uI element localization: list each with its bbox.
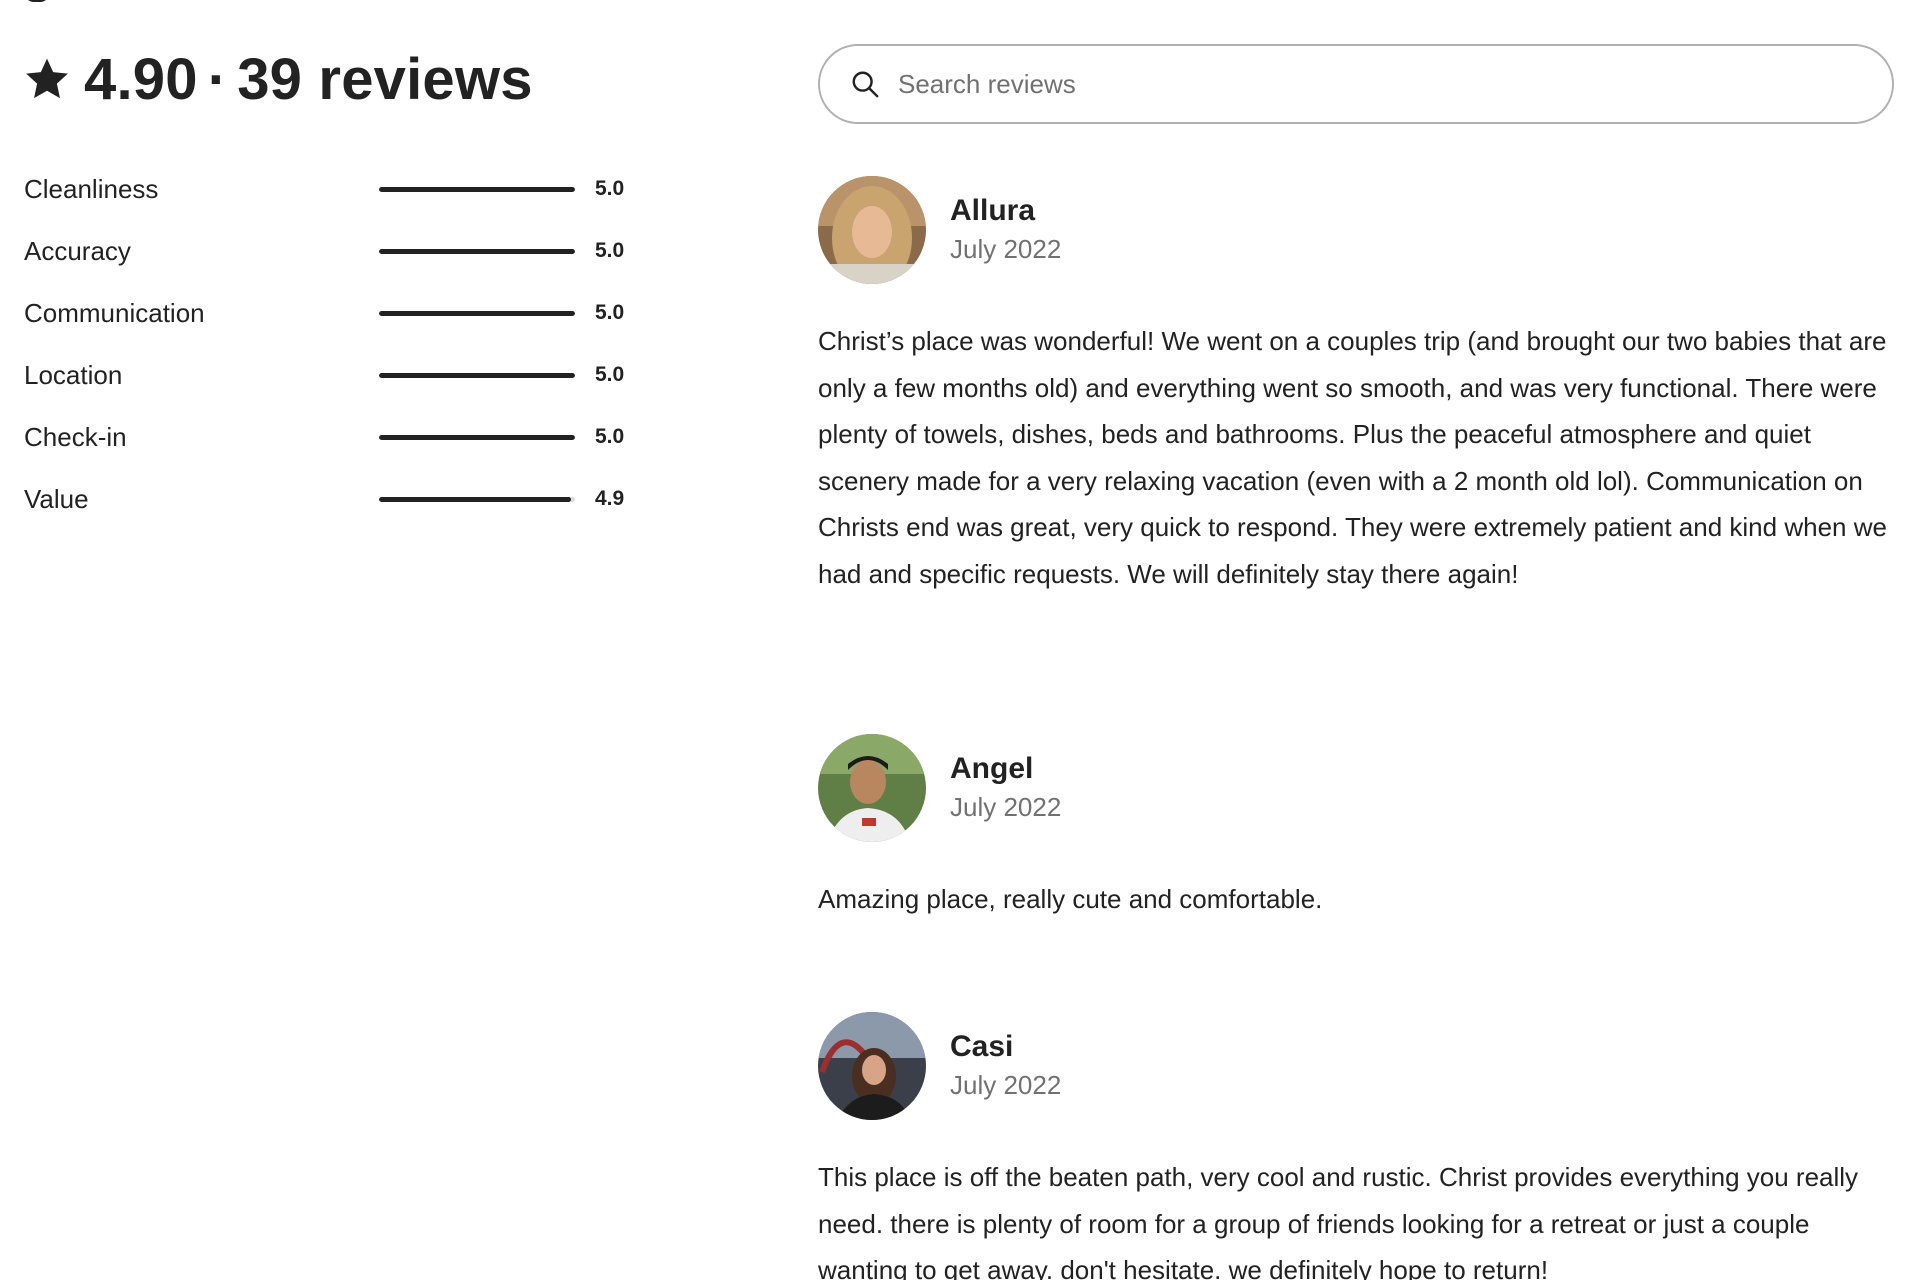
review-text: This place is off the beaten path, very …	[818, 1162, 1859, 1280]
category-value: 5.0	[595, 363, 625, 386]
rating-bar	[379, 434, 575, 440]
search-icon	[852, 71, 879, 98]
avatar[interactable]	[818, 1012, 926, 1120]
reviewer-name: Allura	[950, 194, 1036, 227]
rating-bar	[379, 496, 575, 502]
review-date: July 2022	[950, 1070, 1062, 1100]
review-date: July 2022	[950, 234, 1062, 264]
avatar-photo	[818, 176, 926, 284]
category-label: Communication	[24, 297, 205, 328]
category-label: Cleanliness	[24, 173, 159, 204]
review-count: 39 reviews	[237, 46, 533, 112]
category-ratings: Cleanliness 5.0 Accuracy 5.0 Communicati…	[24, 158, 634, 530]
rating-bar-fill	[379, 496, 572, 502]
category-label: Accuracy	[24, 235, 131, 266]
search-bar[interactable]	[818, 44, 1894, 124]
reviewer-name: Casi	[950, 1030, 1014, 1063]
reviews-page: 4.90 · 39 reviews Cleanliness 5.0 Accura…	[0, 0, 1920, 1280]
avatar[interactable]	[818, 176, 926, 284]
rating-bar-fill	[379, 434, 575, 440]
review-header: Casi July 2022	[818, 1012, 1898, 1120]
reviewer-info: Angel July 2022	[950, 750, 1061, 826]
category-row-location: Location 5.0	[24, 344, 634, 406]
heading-separator: ·	[207, 46, 228, 112]
rating-bar-fill	[379, 186, 575, 192]
review-date: July 2022	[950, 792, 1062, 822]
category-row-communication: Communication 5.0	[24, 282, 634, 344]
rating-bar-fill	[379, 372, 575, 378]
review-header: Angel July 2022	[818, 734, 1898, 842]
avatar-photo	[818, 734, 926, 842]
rating-summary: 4.90 · 39 reviews Cleanliness 5.0 Accura…	[24, 40, 634, 530]
review-item: Casi July 2022 This place is off the bea…	[818, 1012, 1898, 1280]
rating-heading: 4.90 · 39 reviews	[24, 40, 634, 118]
overall-rating: 4.90	[84, 46, 198, 112]
category-label: Location	[24, 359, 123, 390]
avatar-photo	[818, 1012, 926, 1120]
category-value: 5.0	[595, 239, 625, 262]
rating-bar	[379, 248, 575, 254]
rating-bar	[379, 186, 575, 192]
avatar[interactable]	[818, 734, 926, 842]
rating-bar	[379, 372, 575, 378]
search-input[interactable]	[896, 67, 1860, 101]
category-row-check-in: Check-in 5.0	[24, 406, 634, 468]
category-value: 4.9	[595, 487, 625, 510]
category-row-cleanliness: Cleanliness 5.0	[24, 158, 634, 220]
category-value: 5.0	[595, 301, 625, 324]
reviewer-name: Angel	[950, 752, 1034, 785]
category-label: Check-in	[24, 421, 127, 452]
review-item: Angel July 2022 Amazing place, really cu…	[818, 734, 1898, 923]
review-item: Allura July 2022 Christ’s place was wond…	[818, 176, 1898, 597]
category-row-value: Value 4.9	[24, 468, 634, 530]
category-row-accuracy: Accuracy 5.0	[24, 220, 634, 282]
review-text: Christ’s place was wonderful! We went on…	[818, 326, 1887, 589]
category-value: 5.0	[595, 425, 625, 448]
reviewer-info: Allura July 2022	[950, 192, 1061, 268]
reviews-column: Allura July 2022 Christ’s place was wond…	[818, 44, 1898, 1280]
category-label: Value	[24, 483, 89, 514]
rating-bar-fill	[379, 248, 575, 254]
review-text: Amazing place, really cute and comfortab…	[818, 884, 1323, 914]
category-value: 5.0	[595, 177, 625, 200]
review-header: Allura July 2022	[818, 176, 1898, 284]
rating-bar	[379, 310, 575, 316]
reviewer-info: Casi July 2022	[950, 1028, 1061, 1104]
top-edge-fragment	[24, 0, 50, 2]
star-icon	[26, 58, 68, 99]
rating-bar-fill	[379, 310, 575, 316]
